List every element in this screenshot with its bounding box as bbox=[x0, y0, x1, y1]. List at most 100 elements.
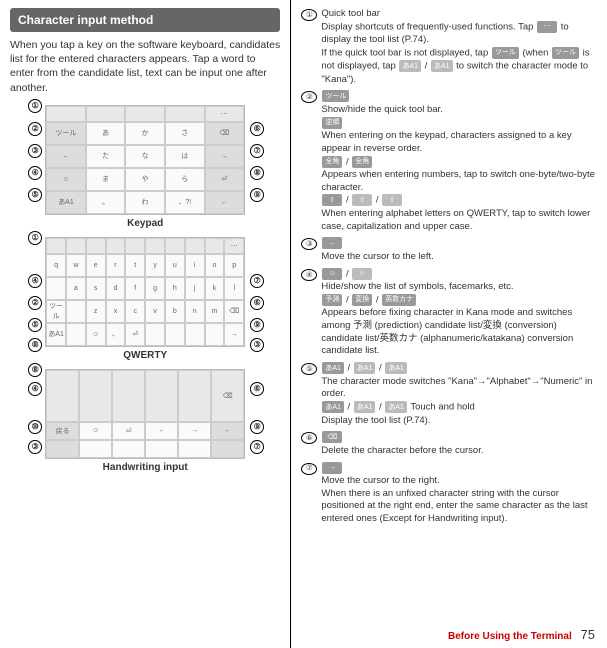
item-body: ←Move the cursor to the left. bbox=[321, 237, 597, 263]
key-cell: b bbox=[165, 300, 185, 323]
key-chip: 全角 bbox=[352, 156, 372, 168]
key-chip: あA1 bbox=[354, 362, 376, 374]
key-cell: ⋯ bbox=[205, 106, 245, 122]
key-cell: ⌫ bbox=[205, 122, 245, 145]
key-cell: i bbox=[185, 254, 205, 277]
key-cell: ⏎ bbox=[112, 422, 145, 440]
handwriting-caption: Handwriting input bbox=[10, 462, 280, 473]
callout-⑦: ⑦ bbox=[250, 440, 264, 454]
key-cell: ⌫ bbox=[211, 370, 244, 422]
item-number: ⑥ bbox=[301, 432, 317, 444]
callout-⑩: ⑩ bbox=[28, 420, 42, 434]
callout-①: ① bbox=[28, 231, 42, 245]
key-chip: あA1 bbox=[385, 362, 407, 374]
key-chip: あA1 bbox=[399, 60, 421, 72]
key-cell: ← bbox=[145, 422, 178, 440]
key-chip: あA1 bbox=[354, 401, 376, 413]
callout-④: ④ bbox=[28, 274, 42, 288]
key-chip: あA1 bbox=[431, 60, 453, 72]
key-chip: あA1 bbox=[385, 401, 407, 413]
key-cell: q bbox=[46, 254, 66, 277]
key-cell: f bbox=[125, 277, 145, 300]
key-cell: や bbox=[125, 168, 165, 191]
callout-⑧: ⑧ bbox=[250, 166, 264, 180]
key-cell: ら bbox=[165, 168, 205, 191]
callout-⑨: ⑨ bbox=[250, 188, 264, 202]
callout-②: ② bbox=[28, 296, 42, 310]
key-cell bbox=[185, 238, 205, 254]
qwerty-caption: QWERTY bbox=[10, 350, 280, 361]
key-cell: j bbox=[185, 277, 205, 300]
key-cell bbox=[211, 440, 244, 458]
callout-②: ② bbox=[28, 122, 42, 136]
key-cell: あA1 bbox=[46, 191, 86, 214]
callout-④: ④ bbox=[28, 382, 42, 396]
key-chip: 逆順 bbox=[322, 117, 342, 129]
key-cell bbox=[125, 238, 145, 254]
key-cell: x bbox=[106, 300, 126, 323]
callout-①: ① bbox=[28, 99, 42, 113]
key-cell: た bbox=[86, 145, 126, 168]
key-cell bbox=[112, 440, 145, 458]
key-cell: c bbox=[125, 300, 145, 323]
key-cell: は bbox=[165, 145, 205, 168]
key-cell: ☺ bbox=[79, 422, 112, 440]
key-cell bbox=[46, 440, 79, 458]
key-cell: t bbox=[125, 254, 145, 277]
callout-⑤: ⑤ bbox=[28, 318, 42, 332]
key-chip: ⇧ bbox=[352, 194, 372, 206]
key-cell: h bbox=[165, 277, 185, 300]
key-chip: ツール bbox=[552, 47, 579, 59]
key-cell bbox=[145, 323, 165, 346]
key-cell: e bbox=[86, 254, 106, 277]
key-cell bbox=[66, 238, 86, 254]
item-body: Quick tool barDisplay shortcuts of frequ… bbox=[321, 8, 597, 86]
key-cell bbox=[178, 440, 211, 458]
key-cell bbox=[79, 370, 112, 422]
key-cell: k bbox=[205, 277, 225, 300]
key-cell bbox=[106, 238, 126, 254]
section-header: Character input method bbox=[10, 8, 280, 32]
list-item: ④☺ / ☺Hide/show the list of symbols, fac… bbox=[301, 268, 597, 359]
key-cell bbox=[112, 370, 145, 422]
list-item: ②ツールShow/hide the quick tool bar.逆順When … bbox=[301, 90, 597, 233]
key-cell: 。 bbox=[86, 191, 126, 214]
key-cell: ま bbox=[86, 168, 126, 191]
key-chip: ☺ bbox=[352, 268, 372, 280]
key-cell: → bbox=[224, 323, 244, 346]
item-body: →Move the cursor to the right.When there… bbox=[321, 462, 597, 527]
page-footer: Before Using the Terminal 75 bbox=[448, 627, 595, 642]
key-cell: ⌫ bbox=[224, 300, 244, 323]
key-cell: m bbox=[205, 300, 225, 323]
callout-③: ③ bbox=[28, 440, 42, 454]
key-cell bbox=[185, 323, 205, 346]
callout-④: ④ bbox=[28, 166, 42, 180]
key-cell bbox=[46, 238, 66, 254]
key-cell: s bbox=[86, 277, 106, 300]
key-chip: あA1 bbox=[322, 401, 344, 413]
key-chip: ⇧ bbox=[322, 194, 342, 206]
key-cell bbox=[205, 323, 225, 346]
list-item: ⑦→Move the cursor to the right.When ther… bbox=[301, 462, 597, 527]
key-cell: ツール bbox=[46, 300, 66, 323]
key-cell bbox=[178, 370, 211, 422]
callout-⑥: ⑥ bbox=[250, 122, 264, 136]
key-cell bbox=[86, 106, 126, 122]
key-cell: 、 bbox=[106, 323, 126, 346]
key-chip: あA1 bbox=[322, 362, 344, 374]
callout-⑤: ⑤ bbox=[28, 188, 42, 202]
handwriting-image: ⌫戻る☺⏎←→← ⑧④⑩③⑥⑨⑦ bbox=[45, 369, 245, 459]
key-cell: → bbox=[178, 422, 211, 440]
callout-⑧: ⑧ bbox=[28, 363, 42, 377]
key-cell bbox=[125, 106, 165, 122]
item-body: あA1 / あA1 / あA1The character mode switch… bbox=[321, 362, 597, 427]
qwerty-image: ⋯qwertyuiopasdfghjklツールzxcvbnm⌫あA1☺、⏎→ ①… bbox=[45, 237, 245, 347]
key-cell: ⏎ bbox=[205, 168, 245, 191]
callout-⑥: ⑥ bbox=[250, 296, 264, 310]
key-cell: わ bbox=[125, 191, 165, 214]
key-cell: ← bbox=[46, 145, 86, 168]
key-cell: n bbox=[185, 300, 205, 323]
key-chip: ツール bbox=[492, 47, 519, 59]
item-number: ② bbox=[301, 91, 317, 103]
footer-page: 75 bbox=[581, 627, 595, 642]
